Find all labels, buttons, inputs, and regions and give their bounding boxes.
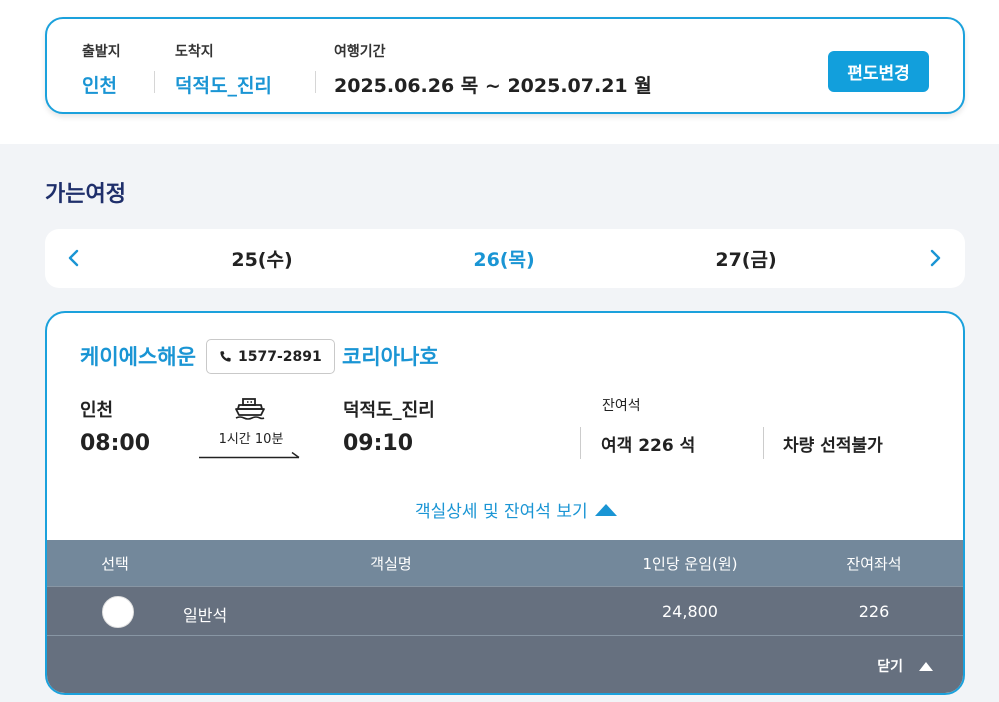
ship-name: 코리아나호 xyxy=(342,345,439,369)
close-label: 닫기 xyxy=(877,659,903,675)
close-button[interactable]: 닫기 xyxy=(877,656,933,676)
route-arrow-icon xyxy=(199,451,300,459)
period-label: 여행기간 xyxy=(334,44,386,60)
arrive-time: 09:10 xyxy=(343,431,414,456)
departure-field: 출발지 인천 xyxy=(82,41,121,98)
triangle-up-icon xyxy=(594,503,617,516)
depart-time: 08:00 xyxy=(80,431,151,456)
room-remaining: 226 xyxy=(858,602,890,621)
section-title: 가는여정 xyxy=(45,182,126,207)
ferry-icon xyxy=(235,398,265,420)
destination-port: 덕적도_진리 xyxy=(343,400,435,421)
column-select: 선택 xyxy=(101,555,129,573)
column-room-name: 객실명 xyxy=(370,555,412,573)
departure-value: 인천 xyxy=(82,75,117,97)
period-field: 여행기간 2025.06.26 목 ~ 2025.07.21 월 xyxy=(334,41,652,98)
room-detail-toggle[interactable]: 객실상세 및 잔여석 보기 xyxy=(415,497,618,522)
table-row[interactable]: 일반석 24,800 226 xyxy=(47,586,963,636)
operator-name: 케이에스해운 xyxy=(80,345,196,369)
search-summary-card: 출발지 인천 도착지 덕적도_진리 여행기간 2025.06.26 목 ~ 20… xyxy=(45,17,965,114)
column-remaining-seats: 잔여좌석 xyxy=(846,555,902,573)
next-date-button[interactable] xyxy=(922,245,948,271)
origin-port: 인천 xyxy=(80,400,114,421)
departure-label: 출발지 xyxy=(82,44,121,60)
chevron-left-icon xyxy=(68,249,79,267)
arrival-label: 도착지 xyxy=(175,44,214,60)
divider xyxy=(763,427,764,459)
date-selector: 25(수) 26(목) 27(금) xyxy=(45,229,965,288)
period-value: 2025.06.26 목 ~ 2025.07.21 월 xyxy=(334,75,652,97)
divider xyxy=(154,71,155,93)
date-tab-current[interactable]: 26(목) xyxy=(444,245,564,272)
room-select-radio[interactable] xyxy=(102,596,134,628)
search-summary-section: 출발지 인천 도착지 덕적도_진리 여행기간 2025.06.26 목 ~ 20… xyxy=(0,0,999,144)
room-table-header: 선택 객실명 1인당 운임(원) 잔여좌석 xyxy=(47,540,963,586)
vehicle-seats: 차량 선적불가 xyxy=(783,436,883,456)
room-fare: 24,800 xyxy=(662,602,718,621)
room-table: 선택 객실명 1인당 운임(원) 잔여좌석 일반석 24,800 226 닫기 xyxy=(47,540,963,693)
arrival-field: 도착지 덕적도_진리 xyxy=(175,41,272,98)
trip-card: 케이에스해운 1577-2891 코리아나호 인천 08:00 1시간 10분 … xyxy=(45,311,965,695)
trip-duration: 1시간 10분 xyxy=(218,432,284,447)
change-oneway-button[interactable]: 편도변경 xyxy=(828,51,929,92)
divider xyxy=(580,427,581,459)
phone-number: 1577-2891 xyxy=(238,348,322,365)
date-tab-next[interactable]: 27(금) xyxy=(686,245,806,272)
passenger-seats: 여객 226 석 xyxy=(601,436,696,456)
room-detail-toggle-label: 객실상세 및 잔여석 보기 xyxy=(415,502,588,522)
arrival-value: 덕적도_진리 xyxy=(175,75,272,97)
prev-date-button[interactable] xyxy=(61,245,87,271)
divider xyxy=(315,71,316,93)
room-name: 일반석 xyxy=(183,606,228,625)
remaining-seats-label: 잔여석 xyxy=(602,398,641,414)
phone-icon xyxy=(220,351,231,362)
chevron-right-icon xyxy=(930,249,941,267)
column-fare: 1인당 운임(원) xyxy=(642,555,738,573)
phone-chip[interactable]: 1577-2891 xyxy=(206,339,335,374)
date-tab-prev[interactable]: 25(수) xyxy=(202,245,322,272)
triangle-up-icon xyxy=(919,661,933,671)
